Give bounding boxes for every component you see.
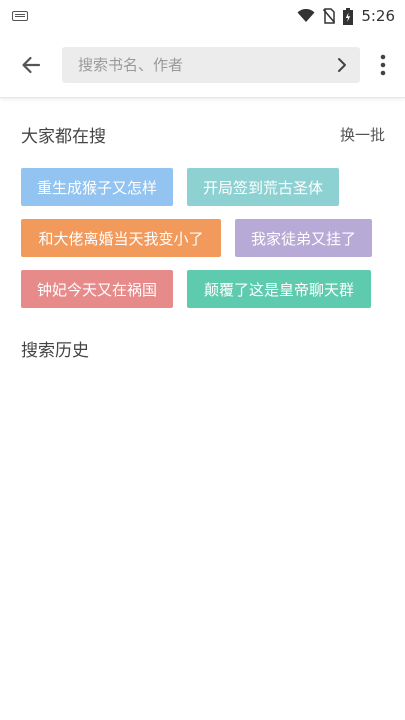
hot-tag[interactable]: 重生成猴子又怎样	[21, 168, 173, 206]
more-options-button[interactable]	[360, 32, 405, 98]
hot-tag[interactable]: 钟妃今天又在祸国	[21, 270, 173, 308]
status-time: 5:26	[361, 7, 395, 25]
hot-search-tags: 重生成猴子又怎样 开局签到荒古圣体 和大佬离婚当天我变小了 我家徒弟又挂了 钟妃…	[21, 168, 385, 308]
hot-search-title: 大家都在搜	[21, 126, 106, 147]
hot-tag[interactable]: 开局签到荒古圣体	[187, 168, 339, 206]
search-toolbar	[0, 32, 405, 98]
search-input[interactable]	[76, 54, 320, 75]
back-button[interactable]	[0, 32, 62, 98]
search-box[interactable]	[62, 46, 360, 83]
battery-icon	[343, 7, 354, 25]
tag-row: 和大佬离婚当天我变小了 我家徒弟又挂了	[21, 219, 385, 257]
keyboard-icon	[12, 11, 28, 21]
tag-row: 钟妃今天又在祸国 颠覆了这是皇帝聊天群	[21, 270, 385, 308]
hot-search-section: 大家都在搜 换一批 重生成猴子又怎样 开局签到荒古圣体 和大佬离婚当天我变小了 …	[21, 118, 385, 321]
hot-search-header: 大家都在搜 换一批	[21, 118, 385, 150]
hot-tag[interactable]: 我家徒弟又挂了	[235, 219, 372, 257]
hot-tag[interactable]: 和大佬离婚当天我变小了	[21, 219, 221, 257]
chevron-right-icon[interactable]	[336, 57, 348, 73]
wifi-icon	[297, 9, 315, 22]
more-vertical-icon	[380, 54, 385, 75]
arrow-left-icon	[22, 56, 41, 73]
refresh-button[interactable]: 换一批	[340, 124, 385, 145]
hot-tag[interactable]: 颠覆了这是皇帝聊天群	[187, 270, 371, 308]
status-bar: 5:26	[0, 0, 405, 32]
search-history-title: 搜索历史	[21, 341, 89, 361]
tag-row: 重生成猴子又怎样 开局签到荒古圣体	[21, 168, 385, 206]
no-sim-icon	[323, 8, 336, 24]
